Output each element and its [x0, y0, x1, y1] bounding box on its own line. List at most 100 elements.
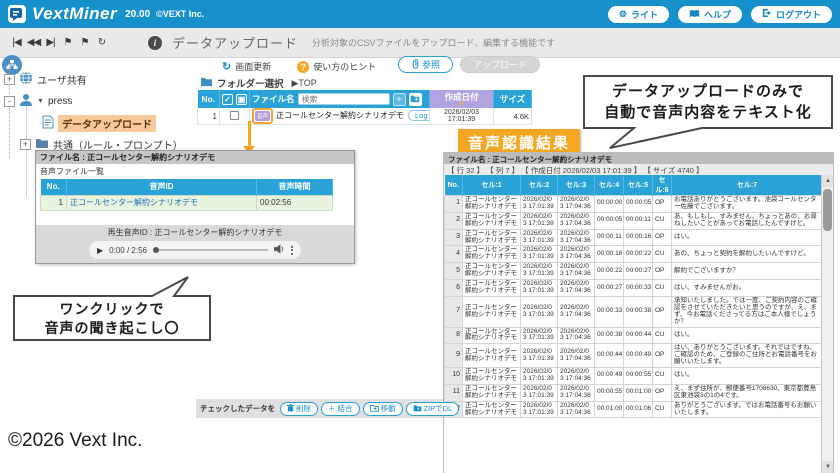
- upload-button-disabled[interactable]: アップロード: [460, 56, 540, 73]
- cell-7: はい。: [672, 368, 823, 385]
- recognition-row: 8正コールセンター解約シナリオデモ2026/02/03 17:01:392026…: [445, 327, 823, 344]
- scroll-up-icon[interactable]: ▲: [822, 175, 834, 187]
- callout-one-click-transcription: ワンクリックで 音声の聞き起こし〇: [12, 276, 212, 342]
- sidebar-item-user-share[interactable]: + ユーザ共有: [4, 71, 87, 88]
- refresh-icon: ↻: [222, 60, 231, 73]
- cell-3: 2026/02/03 17:04:36: [558, 296, 595, 327]
- cell-4: 00:00:22: [595, 263, 624, 280]
- folder-select-bar: フォルダー選択 ▶TOP: [200, 76, 317, 90]
- expand-icon[interactable]: +: [4, 74, 15, 85]
- cell-4: 00:00:49: [595, 368, 624, 385]
- cell-1: 正コールセンター解約シナリオデモ: [463, 212, 521, 229]
- collapse-icon[interactable]: -: [4, 96, 15, 107]
- duration-column-header: 音声時間: [257, 179, 333, 195]
- cell-2: 2026/02/03 17:01:39: [521, 401, 558, 418]
- play-icon[interactable]: ▶: [97, 246, 103, 255]
- upload-actions: 参照 アップロード: [398, 56, 540, 73]
- file-name-link[interactable]: 正コールセンター解約シナリオデモ: [276, 111, 404, 120]
- cell-5: 00:00:49: [624, 344, 653, 368]
- scroll-down-icon[interactable]: ▼: [822, 461, 834, 473]
- volume-icon[interactable]: [274, 241, 285, 259]
- go-back-icon[interactable]: ◀◀: [25, 37, 42, 48]
- deselect-all-icon[interactable]: ▣: [236, 94, 247, 105]
- new-folder-icon[interactable]: [409, 93, 422, 106]
- folder-path[interactable]: ▶TOP: [292, 78, 317, 89]
- logout-button[interactable]: ログアウト: [751, 6, 832, 23]
- vextminer-app: VextMiner 20.00 ©VEXT Inc. ⚙ ライト ヘルプ ログア…: [0, 0, 840, 473]
- merge-button[interactable]: ＋ 結合: [321, 402, 360, 416]
- callout-text: データアップロードのみで 自動で音声内容をテキスト化: [582, 81, 834, 123]
- cell-7: え、まず住所が、郵便番号1708630、東京都豊島区東池袋3の1の4です。: [672, 384, 823, 401]
- row-number: 11: [445, 384, 463, 401]
- seek-handle[interactable]: [153, 247, 159, 253]
- vextminer-logo-icon: [8, 5, 26, 23]
- voice-id-link[interactable]: 正コールセンター解約シナリオデモ: [70, 198, 198, 207]
- go-forward-icon[interactable]: ▶|: [42, 37, 59, 48]
- reload-icon[interactable]: ↻: [93, 37, 110, 48]
- row-checkbox[interactable]: [230, 111, 239, 120]
- screen-refresh-button[interactable]: ↻ 画面更新: [222, 60, 271, 73]
- sort-desc-icon: ▼: [432, 103, 491, 107]
- cell-5: 00:01:06: [624, 401, 653, 418]
- move-button[interactable]: 移動: [363, 402, 403, 416]
- usage-hint-button[interactable]: ? 使い方のヒント: [297, 60, 376, 73]
- file-name-cell: 音声正コールセンター解約シナリオデモLog: [250, 108, 430, 125]
- sidebar-item-press[interactable]: - ▼ press: [4, 93, 72, 110]
- help-button[interactable]: ヘルプ: [678, 6, 742, 23]
- cell-4: 00:00:33: [595, 296, 624, 327]
- bookmark-icon[interactable]: ⚑: [76, 37, 93, 48]
- sidebar-item-data-upload[interactable]: データアップロード: [42, 115, 156, 132]
- folder-icon: [200, 76, 213, 90]
- callout-auto-text: データアップロードのみで 自動で音声内容をテキスト化: [582, 74, 834, 150]
- select-all-icon[interactable]: ✓: [222, 94, 233, 105]
- cell-1: 正コールセンター解約シナリオデモ: [463, 263, 521, 280]
- light-mode-button[interactable]: ⚙ ライト: [608, 6, 669, 23]
- zip-folder-icon: [413, 404, 422, 414]
- recognition-table-body: 1正コールセンター解約シナリオデモ2026/02/03 17:01:392026…: [445, 196, 823, 418]
- browse-button[interactable]: 参照: [398, 56, 453, 73]
- recognition-row: 2正コールセンター解約シナリオデモ2026/02/03 17:01:392026…: [445, 212, 823, 229]
- duration-cell: 00:02:56: [257, 195, 333, 210]
- cell-3: 2026/02/03 17:04:36: [558, 280, 595, 297]
- cell-2: 2026/02/03 17:01:39: [521, 327, 558, 344]
- cell-4: 00:00:44: [595, 344, 624, 368]
- cell-4: 00:00:00: [595, 196, 624, 213]
- player-menu-icon[interactable]: [291, 246, 293, 255]
- recognition-results-panel: ファイル名 : 正コールセンター解約シナリオデモ 【 行 32 】 【 列 7 …: [443, 152, 834, 473]
- cell-6: OP: [653, 384, 672, 401]
- sidebar-item-label-selected: データアップロード: [58, 115, 156, 132]
- cell-6: CU: [653, 246, 672, 263]
- zip-download-button[interactable]: ZIPでDL: [406, 402, 460, 416]
- user-icon: [19, 93, 33, 110]
- cell-4: 00:00:16: [595, 246, 624, 263]
- cell-1: 正コールセンター解約シナリオデモ: [463, 327, 521, 344]
- add-file-icon[interactable]: +: [393, 93, 406, 106]
- row-number: 1: [41, 195, 67, 210]
- file-search-input[interactable]: [298, 93, 390, 105]
- trash-icon: [287, 404, 294, 414]
- cell-4: 00:00:05: [595, 212, 624, 229]
- cell-1: 正コールセンター解約シナリオデモ: [463, 196, 521, 213]
- cell-5: 00:00:33: [624, 280, 653, 297]
- cell-6: OP: [653, 196, 672, 213]
- plus-icon: ＋: [328, 403, 336, 414]
- cell-3: 2026/02/03 17:04:36: [558, 229, 595, 246]
- cell-7: お電話ありがとうございます。池袋コールセンター佐藤でございます。: [672, 196, 823, 213]
- delete-button[interactable]: 削除: [280, 402, 318, 416]
- scrollbar-thumb[interactable]: [823, 189, 832, 231]
- gear-icon: ⚙: [619, 9, 627, 20]
- top-header-bar: VextMiner 20.00 ©VEXT Inc. ⚙ ライト ヘルプ ログア…: [0, 0, 840, 28]
- bookmark-add-icon[interactable]: ⚑: [59, 37, 76, 48]
- results-scrollbar[interactable]: ▲ ▼: [821, 175, 833, 473]
- cell-3: 2026/02/03 17:04:36: [558, 368, 595, 385]
- vendor-copyright: ©VEXT Inc.: [156, 9, 204, 19]
- go-first-icon[interactable]: |◀: [8, 37, 25, 48]
- selection-column-header: ✓ ▣: [220, 90, 250, 108]
- info-icon[interactable]: i: [148, 36, 162, 50]
- seek-slider[interactable]: [153, 249, 268, 251]
- cell-1: 正コールセンター解約シナリオデモ: [463, 296, 521, 327]
- log-button[interactable]: Log: [408, 110, 429, 121]
- created-date-column-header[interactable]: 作成日付 ▼: [430, 90, 494, 108]
- expand-icon[interactable]: +: [20, 139, 31, 150]
- audio-player: ▶ 0:00 / 2:56: [89, 241, 301, 259]
